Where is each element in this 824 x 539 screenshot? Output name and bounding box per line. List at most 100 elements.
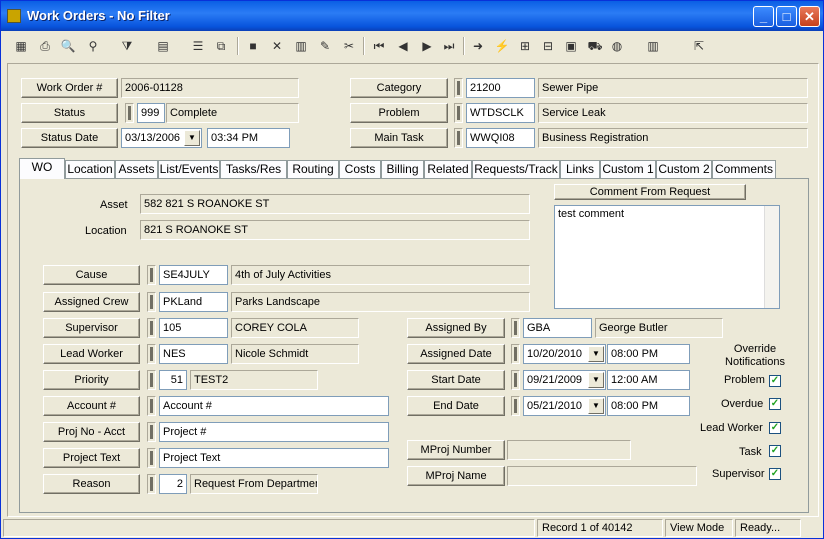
proj-no-acct-button[interactable]: Proj No - Acct bbox=[43, 422, 140, 442]
notify-overdue-checkbox[interactable]: ✓ bbox=[769, 398, 781, 410]
tab-billing[interactable]: Billing bbox=[381, 160, 424, 179]
tab-location[interactable]: Location bbox=[65, 160, 115, 179]
supervisor-code-field[interactable]: 105 bbox=[159, 318, 228, 338]
location-value: 821 S ROANOKE ST bbox=[140, 220, 530, 240]
status-date-picker[interactable]: 03/13/2006 ▼ bbox=[121, 128, 202, 148]
map-icon[interactable]: ▣ bbox=[561, 36, 581, 56]
project-text-field[interactable]: Project Text bbox=[159, 448, 389, 468]
status-code-field[interactable]: 999 bbox=[137, 103, 165, 123]
chevron-down-icon[interactable]: ▼ bbox=[588, 398, 604, 414]
assigned-date-picker[interactable]: 10/20/2010 ▼ bbox=[523, 344, 606, 364]
notify-supervisor-checkbox[interactable]: ✓ bbox=[769, 468, 781, 480]
status-time-field[interactable]: 03:34 PM bbox=[207, 128, 290, 148]
filter-icon[interactable]: ⧩ bbox=[117, 36, 137, 56]
copy-icon[interactable]: ⧉ bbox=[211, 36, 231, 56]
prev-record-icon[interactable]: ◀ bbox=[393, 36, 413, 56]
preview-icon[interactable]: 🔍 bbox=[58, 36, 78, 56]
assigned-date-button[interactable]: Assigned Date bbox=[407, 344, 505, 364]
save-icon[interactable]: ■ bbox=[243, 36, 263, 56]
comment-from-request-button[interactable]: Comment From Request bbox=[554, 184, 746, 200]
tab-assets[interactable]: Assets bbox=[115, 160, 158, 179]
status-button[interactable]: Status bbox=[21, 103, 118, 123]
end-date-picker[interactable]: 05/21/2010 ▼ bbox=[523, 396, 606, 416]
chevron-down-icon[interactable]: ▼ bbox=[588, 372, 604, 388]
category-code-field[interactable]: 21200 bbox=[466, 78, 535, 98]
maximize-button[interactable]: □ bbox=[776, 6, 797, 27]
report-icon[interactable]: ▤ bbox=[153, 36, 173, 56]
priority-code-field[interactable]: 51 bbox=[159, 370, 187, 390]
lead-worker-code-field[interactable]: NES bbox=[159, 344, 228, 364]
mproj-name-button[interactable]: MProj Name bbox=[407, 466, 505, 486]
new-icon[interactable]: ▦ bbox=[11, 36, 31, 56]
assigned-by-code-field[interactable]: GBA bbox=[523, 318, 592, 338]
exit-icon[interactable]: ⇱ bbox=[689, 36, 709, 56]
account-field[interactable]: Account # bbox=[159, 396, 389, 416]
binoculars-icon[interactable]: ⚲ bbox=[83, 36, 103, 56]
last-record-icon[interactable]: ⏭ bbox=[439, 36, 459, 56]
end-time-field[interactable]: 08:00 PM bbox=[607, 396, 690, 416]
tab-list-events[interactable]: List/Events bbox=[158, 160, 220, 179]
properties-icon[interactable]: ☰ bbox=[188, 36, 208, 56]
tree-icon[interactable]: ⊟ bbox=[538, 36, 558, 56]
cause-code-field[interactable]: SE4JULY bbox=[159, 265, 228, 285]
close-button[interactable]: ✕ bbox=[799, 6, 820, 27]
supervisor-button[interactable]: Supervisor bbox=[43, 318, 140, 338]
print-icon[interactable]: ⎙ bbox=[35, 36, 55, 56]
globe-icon[interactable]: ◍ bbox=[607, 36, 627, 56]
first-record-icon[interactable]: ⏮ bbox=[369, 36, 389, 56]
books-icon[interactable]: ▥ bbox=[291, 36, 311, 56]
project-text-button[interactable]: Project Text bbox=[43, 448, 140, 468]
tab-requests-track[interactable]: Requests/Track bbox=[472, 160, 560, 179]
comment-textarea[interactable]: test comment bbox=[554, 205, 780, 309]
minimize-button[interactable]: _ bbox=[753, 6, 774, 27]
library-icon[interactable]: ▥ bbox=[643, 36, 663, 56]
truck-icon[interactable]: ⛟ bbox=[585, 36, 605, 56]
mproj-number-button[interactable]: MProj Number bbox=[407, 440, 505, 460]
tab-comments[interactable]: Comments bbox=[712, 160, 776, 179]
start-date-picker[interactable]: 09/21/2009 ▼ bbox=[523, 370, 606, 390]
assigned-crew-button[interactable]: Assigned Crew bbox=[43, 292, 140, 312]
tab-routing[interactable]: Routing bbox=[287, 160, 339, 179]
tab-custom-2[interactable]: Custom 2 bbox=[656, 160, 712, 179]
problem-code-field[interactable]: WTDSCLK bbox=[466, 103, 535, 123]
priority-button[interactable]: Priority bbox=[43, 370, 140, 390]
reason-code-field[interactable]: 2 bbox=[159, 474, 187, 494]
lightning-icon[interactable]: ⚡ bbox=[492, 36, 512, 56]
main-task-button[interactable]: Main Task bbox=[350, 128, 448, 148]
tab-costs[interactable]: Costs bbox=[339, 160, 381, 179]
tab-tasks-res[interactable]: Tasks/Res bbox=[220, 160, 287, 179]
tab-related[interactable]: Related bbox=[424, 160, 472, 179]
hierarchy-icon[interactable]: ⊞ bbox=[515, 36, 535, 56]
problem-button[interactable]: Problem bbox=[350, 103, 448, 123]
start-time-field[interactable]: 12:00 AM bbox=[607, 370, 690, 390]
comment-scrollbar[interactable] bbox=[764, 206, 779, 308]
lead-worker-button[interactable]: Lead Worker bbox=[43, 344, 140, 364]
crew-code-field[interactable]: PKLand bbox=[159, 292, 228, 312]
assigned-by-button[interactable]: Assigned By bbox=[407, 318, 505, 338]
tab-custom-1[interactable]: Custom 1 bbox=[600, 160, 656, 179]
category-button[interactable]: Category bbox=[350, 78, 448, 98]
notify-lead-worker-checkbox[interactable]: ✓ bbox=[769, 422, 781, 434]
notify-task-checkbox[interactable]: ✓ bbox=[769, 445, 781, 457]
tab-wo[interactable]: WO bbox=[19, 158, 65, 179]
chevron-down-icon[interactable]: ▼ bbox=[184, 130, 200, 146]
next-record-icon[interactable]: ▶ bbox=[417, 36, 437, 56]
cause-button[interactable]: Cause bbox=[43, 265, 140, 285]
goto-icon[interactable]: ➜ bbox=[468, 36, 488, 56]
start-date-button[interactable]: Start Date bbox=[407, 370, 505, 390]
main-task-code-field[interactable]: WWQI08 bbox=[466, 128, 535, 148]
delete-icon[interactable]: ✕ bbox=[267, 36, 287, 56]
reason-button[interactable]: Reason bbox=[43, 474, 140, 494]
cut-icon[interactable]: ✂ bbox=[339, 36, 359, 56]
account-button[interactable]: Account # bbox=[43, 396, 140, 416]
chevron-down-icon[interactable]: ▼ bbox=[588, 346, 604, 362]
status-date-button[interactable]: Status Date bbox=[21, 128, 118, 148]
tab-links[interactable]: Links bbox=[560, 160, 600, 179]
proj-acct-field[interactable]: Project # bbox=[159, 422, 389, 442]
pencil-icon[interactable]: ✎ bbox=[315, 36, 335, 56]
title-bar[interactable]: Work Orders - No Filter _ □ ✕ bbox=[1, 1, 823, 31]
notify-problem-checkbox[interactable]: ✓ bbox=[769, 375, 781, 387]
assigned-time-field[interactable]: 08:00 PM bbox=[607, 344, 690, 364]
work-order-number-button[interactable]: Work Order # bbox=[21, 78, 118, 98]
end-date-button[interactable]: End Date bbox=[407, 396, 505, 416]
